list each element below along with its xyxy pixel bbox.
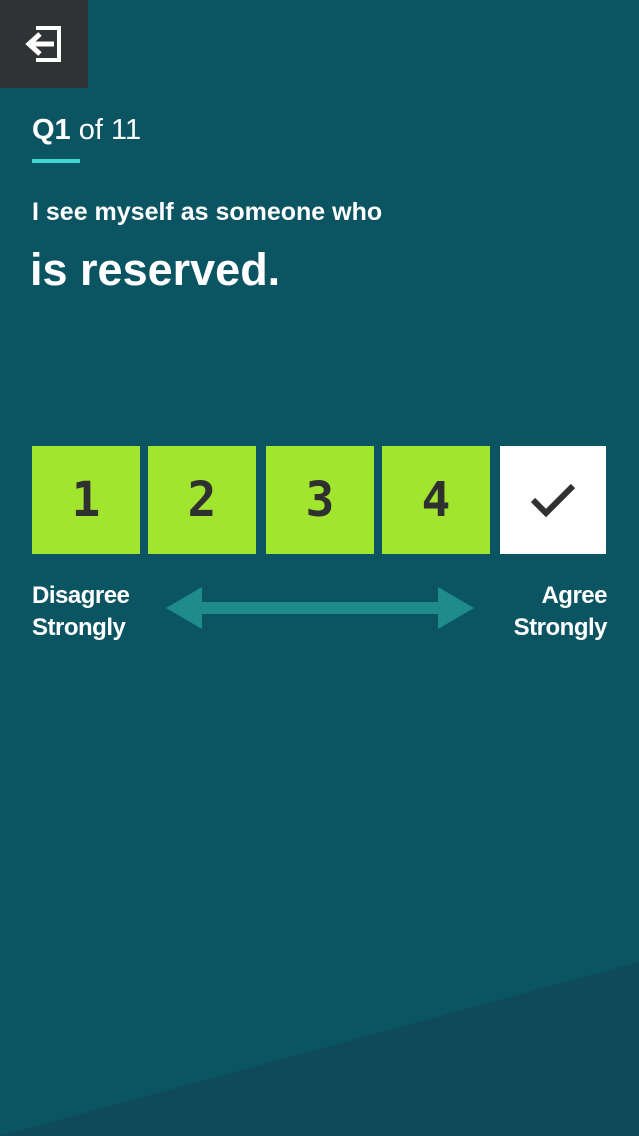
rating-option-2[interactable]: 2 (148, 446, 256, 554)
rating-option-selected[interactable] (500, 446, 606, 554)
exit-arrow-icon (25, 26, 61, 62)
agree-strongly-label: Agree Strongly (513, 582, 608, 641)
rating-option-1[interactable]: 1 (32, 446, 140, 554)
rating-option-3[interactable]: 3 (266, 446, 374, 554)
question-number: Q1 (32, 114, 71, 146)
exit-button[interactable] (0, 0, 88, 88)
rating-option-4[interactable]: 4 (382, 446, 490, 554)
question-statement: is reserved. (30, 244, 281, 295)
question-lead-text: I see myself as someone who (32, 198, 383, 226)
question-total: of 11 (78, 114, 142, 146)
checkmark-icon (530, 483, 576, 518)
question-progress: Q1 of 11 (32, 112, 141, 148)
rating-scale: 1 2 3 4 (32, 446, 606, 554)
disagree-strongly-label: Disagree Strongly (32, 582, 130, 641)
double-arrow-icon (166, 587, 474, 629)
bottom-diagonal-shade (0, 962, 639, 1136)
progress-underline (32, 159, 80, 163)
